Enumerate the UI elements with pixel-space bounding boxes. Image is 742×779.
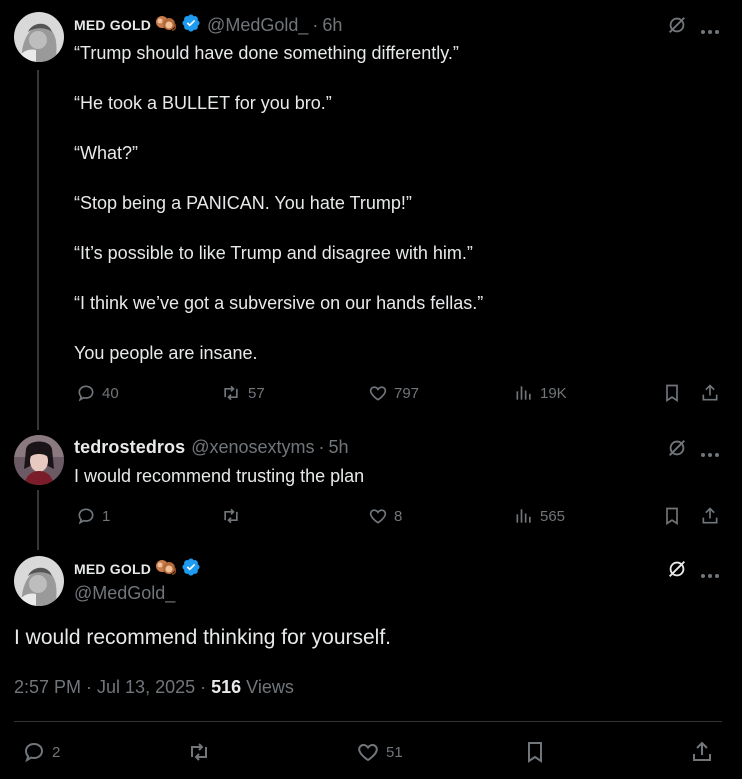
reply-button[interactable]: 1 bbox=[76, 506, 110, 526]
verified-badge-icon[interactable] bbox=[181, 557, 201, 582]
grok-icon[interactable] bbox=[666, 14, 688, 41]
share-icon[interactable] bbox=[700, 506, 720, 531]
share-icon[interactable] bbox=[700, 383, 720, 408]
reply-count: 40 bbox=[102, 384, 119, 402]
tweet-line: “Trump should have done something differ… bbox=[74, 43, 459, 63]
repost-icon bbox=[191, 743, 207, 761]
heart-icon bbox=[358, 743, 378, 762]
divider bbox=[14, 721, 722, 722]
reply-button[interactable]: 2 bbox=[22, 740, 60, 764]
tweet-body: I would recommend trusting the plan bbox=[74, 466, 365, 486]
separator: · bbox=[200, 677, 207, 697]
repost-icon bbox=[224, 385, 238, 401]
display-name[interactable]: MED GOLD bbox=[74, 561, 151, 577]
views-button[interactable]: 565 bbox=[514, 506, 565, 526]
thread-line bbox=[37, 490, 39, 550]
repost-button[interactable]: 57 bbox=[220, 383, 265, 403]
reply-icon bbox=[78, 508, 94, 525]
monkey-emoji-icon bbox=[155, 557, 177, 582]
reply-count: 1 bbox=[102, 507, 111, 525]
avatar[interactable] bbox=[14, 435, 64, 485]
more-options-icon[interactable] bbox=[700, 445, 720, 463]
more-options-icon[interactable] bbox=[700, 22, 720, 40]
tweet-line: “He took a BULLET for you bro.” bbox=[74, 93, 332, 113]
reply-icon bbox=[78, 385, 94, 402]
timestamp[interactable]: 5h bbox=[329, 437, 349, 458]
like-count: 797 bbox=[394, 384, 420, 402]
views-count: 19K bbox=[540, 384, 567, 402]
tweet-line: “What?” bbox=[74, 143, 139, 163]
grok-icon[interactable] bbox=[666, 558, 688, 585]
views-button[interactable]: 19K bbox=[514, 383, 567, 403]
like-count: 8 bbox=[394, 507, 403, 525]
avatar[interactable] bbox=[14, 556, 64, 606]
bookmark-icon[interactable] bbox=[662, 506, 682, 531]
tweet-body: I would recommend thinking for yourself. bbox=[14, 626, 392, 649]
grok-icon[interactable] bbox=[666, 437, 688, 464]
tweet-line: “I think we’ve got a subversive on our h… bbox=[74, 293, 484, 313]
avatar[interactable] bbox=[14, 12, 64, 62]
display-name[interactable]: tedrostedros bbox=[74, 437, 185, 458]
reply-icon bbox=[24, 742, 44, 763]
handle[interactable]: @MedGold_ bbox=[207, 15, 308, 36]
handle[interactable]: @MedGold_ bbox=[74, 583, 175, 604]
tweet-line: You people are insane. bbox=[74, 343, 258, 363]
timestamp[interactable]: 6h bbox=[322, 15, 342, 36]
like-button[interactable]: 797 bbox=[368, 383, 419, 403]
heart-icon bbox=[369, 509, 387, 524]
tweet-line: “Stop being a PANICAN. You hate Trump!” bbox=[74, 193, 412, 213]
view-count: 516 bbox=[211, 677, 242, 697]
verified-badge-icon[interactable] bbox=[181, 13, 201, 38]
views-label: Views bbox=[246, 677, 294, 697]
more-options-icon[interactable] bbox=[700, 566, 720, 584]
like-button[interactable]: 8 bbox=[368, 506, 402, 526]
bookmark-icon[interactable] bbox=[662, 383, 682, 408]
separator: · bbox=[312, 14, 319, 35]
tweet-line: “It’s possible to like Trump and disagre… bbox=[74, 243, 473, 263]
repost-button[interactable] bbox=[186, 740, 218, 764]
share-icon[interactable] bbox=[690, 740, 714, 769]
like-count: 51 bbox=[386, 743, 403, 761]
views-icon bbox=[516, 386, 531, 400]
reply-button[interactable]: 40 bbox=[76, 383, 119, 403]
views-icon bbox=[516, 509, 531, 523]
post-timestamp[interactable]: 2:57 PM · Jul 13, 2025 bbox=[14, 677, 195, 698]
views-count: 565 bbox=[540, 507, 566, 525]
like-button[interactable]: 51 bbox=[356, 740, 403, 764]
bookmark-icon[interactable] bbox=[523, 740, 547, 769]
reply-count: 2 bbox=[52, 743, 61, 761]
handle[interactable]: @xenosextyms bbox=[191, 437, 314, 458]
thread-line bbox=[37, 70, 39, 430]
display-name[interactable]: MED GOLD bbox=[74, 17, 151, 33]
repost-count: 57 bbox=[248, 384, 265, 402]
monkey-emoji-icon bbox=[155, 13, 177, 38]
repost-icon bbox=[224, 508, 238, 524]
repost-button[interactable] bbox=[220, 506, 248, 526]
heart-icon bbox=[369, 386, 387, 401]
separator: · bbox=[318, 436, 325, 457]
